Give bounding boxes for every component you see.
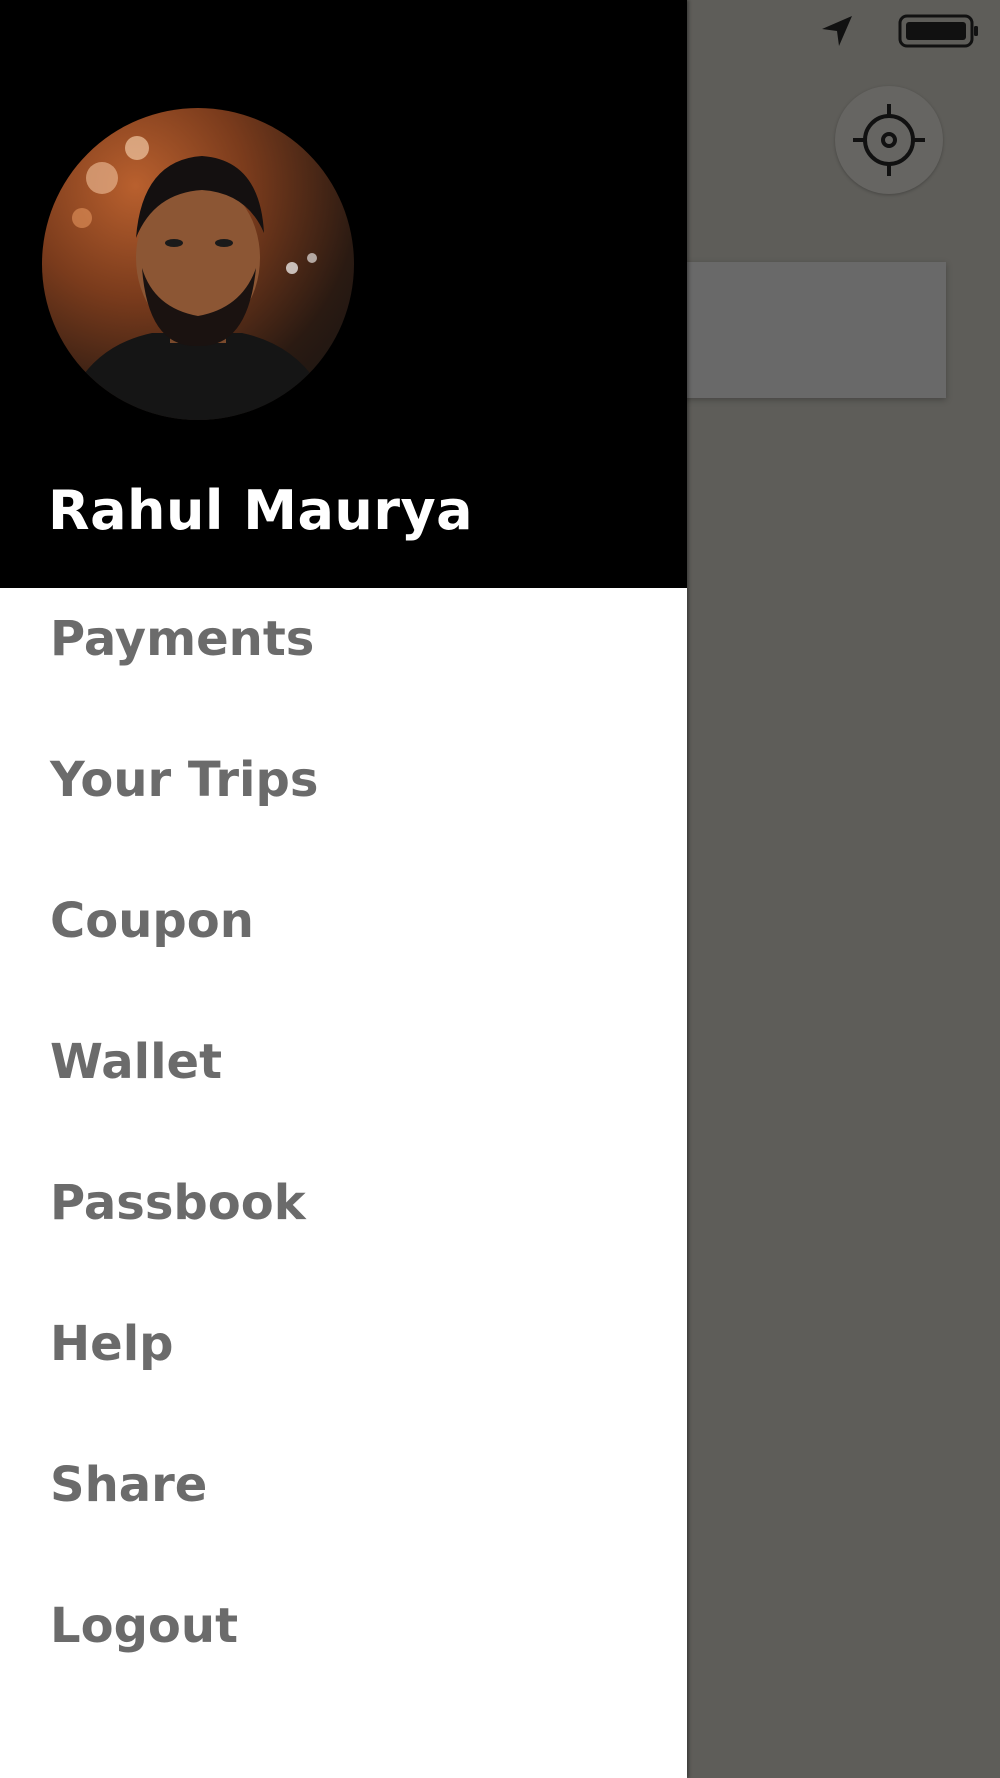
crosshair-icon [853,104,925,176]
menu-item-label: Passbook [50,1174,306,1231]
menu-item-label: Help [50,1315,174,1372]
side-drawer: Rahul Maurya Payments Your Trips Coupon … [0,0,687,1778]
menu-item-label: Share [50,1456,208,1513]
menu-item-your-trips[interactable]: Your Trips [0,729,687,870]
menu-item-label: Logout [50,1597,239,1654]
status-bar [680,0,1000,64]
menu-item-coupon[interactable]: Coupon [0,870,687,1011]
menu-item-share[interactable]: Share [0,1434,687,1575]
menu-item-help[interactable]: Help [0,1293,687,1434]
drawer-menu: Payments Your Trips Coupon Wallet Passbo… [0,588,687,1716]
user-name: Rahul Maurya [48,479,474,542]
avatar-image [62,136,334,420]
menu-item-payments[interactable]: Payments [0,588,687,729]
battery-icon [898,14,978,48]
locate-me-button[interactable] [835,86,943,194]
drawer-header: Rahul Maurya [0,0,687,588]
menu-item-label: Your Trips [50,751,319,808]
avatar[interactable] [42,108,354,420]
menu-item-label: Coupon [50,892,254,949]
menu-item-label: Wallet [50,1033,223,1090]
location-arrow-icon [822,16,852,46]
app-screen: Rahul Maurya Payments Your Trips Coupon … [0,0,1000,1778]
menu-item-label: Payments [50,610,315,667]
menu-item-passbook[interactable]: Passbook [0,1152,687,1293]
menu-item-wallet[interactable]: Wallet [0,1011,687,1152]
menu-item-logout[interactable]: Logout [0,1575,687,1716]
